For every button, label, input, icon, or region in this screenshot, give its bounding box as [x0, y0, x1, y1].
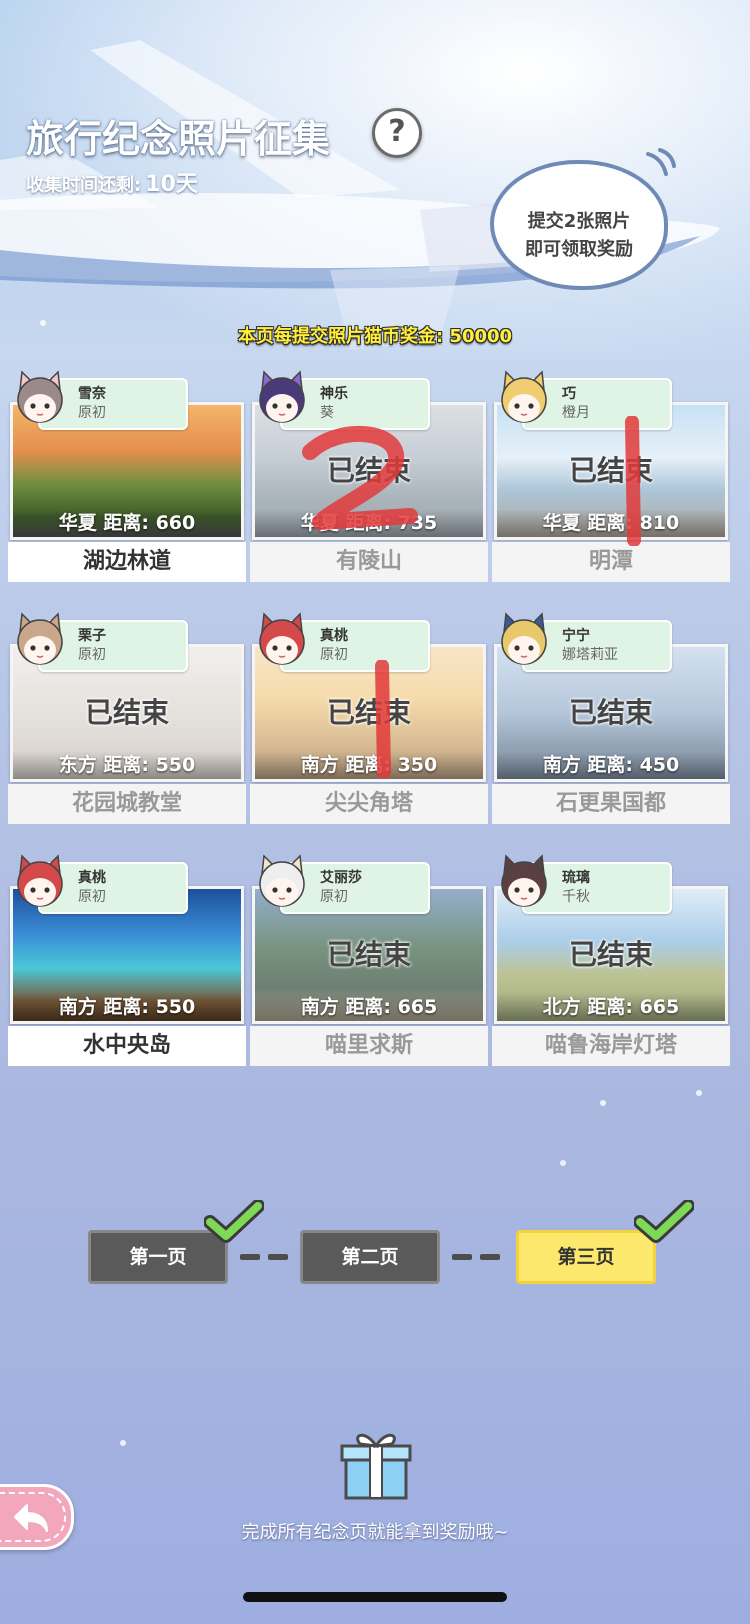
cat-avatar — [501, 854, 547, 907]
cat-type: 橙月 — [562, 405, 590, 421]
back-arrow-icon — [14, 1504, 48, 1532]
location-name: 喵鲁海岸灯塔 — [492, 1026, 730, 1066]
location-name: 花园城教堂 — [8, 784, 246, 824]
photo-card[interactable]: 华夏 距离: 660 湖边林道 雪奈 原初 — [8, 370, 246, 582]
ended-label: 已结束 — [326, 938, 411, 971]
cat-avatar — [501, 370, 547, 423]
direction-distance: 东方 距离: 550 — [13, 751, 241, 779]
cat-avatar — [259, 854, 305, 907]
photo-card[interactable]: 已结束 北方 距离: 665 喵鲁海岸灯塔 琉璃 千秋 — [492, 854, 730, 1066]
sparkle-decoration — [600, 1100, 606, 1106]
ended-label: 已结束 — [568, 696, 653, 729]
remaining-days: 10天 — [145, 172, 198, 197]
checkmark-icon — [634, 1200, 694, 1243]
sparkle-decoration — [560, 1160, 566, 1166]
location-name: 喵里求斯 — [250, 1026, 488, 1066]
ended-label: 已结束 — [568, 454, 653, 487]
reward-hint-bubble: 提交2张照片 即可领取奖励 — [490, 160, 668, 290]
direction-distance: 华夏 距离: 660 — [13, 509, 241, 537]
photo-card[interactable]: 已结束 东方 距离: 550 花园城教堂 栗子 原初 — [8, 612, 246, 824]
location-name: 湖边林道 — [8, 542, 246, 582]
ended-label: 已结束 — [84, 696, 169, 729]
cat-name: 真桃 — [320, 628, 348, 644]
page-title: 旅行纪念照片征集 — [26, 117, 331, 161]
cat-name: 雪奈 — [78, 386, 106, 402]
sparkle-decoration — [120, 1440, 126, 1446]
page-connector — [480, 1254, 500, 1260]
page-connector — [268, 1254, 288, 1260]
cat-name: 神乐 — [320, 386, 348, 402]
direction-distance: 华夏 距离: 810 — [497, 509, 725, 537]
cat-type: 原初 — [78, 889, 106, 905]
help-button[interactable]: ? — [372, 108, 422, 158]
location-name: 水中央岛 — [8, 1026, 246, 1066]
cat-name: 巧 — [562, 386, 576, 402]
cat-type: 原初 — [78, 647, 106, 663]
checkmark-icon — [204, 1200, 264, 1243]
gift-icon[interactable] — [338, 1426, 414, 1502]
red-handwritten-mark — [618, 415, 648, 550]
cat-name: 艾丽莎 — [320, 870, 362, 886]
cat-avatar — [17, 370, 63, 423]
cat-avatar — [17, 612, 63, 665]
home-indicator[interactable] — [243, 1592, 507, 1602]
cat-name: 真桃 — [78, 870, 106, 886]
direction-distance: 南方 距离: 450 — [497, 751, 725, 779]
cat-avatar — [259, 612, 305, 665]
sparkle-decoration — [40, 320, 46, 326]
red-handwritten-mark — [368, 659, 398, 782]
page-2-button[interactable]: 第二页 — [300, 1230, 440, 1284]
footer-hint: 完成所有纪念页就能拿到奖励哦~ — [241, 1522, 509, 1543]
location-name: 明潭 — [492, 542, 730, 582]
cat-avatar — [259, 370, 305, 423]
cat-name: 栗子 — [78, 628, 106, 644]
cat-type: 娜塔莉亚 — [562, 647, 618, 663]
question-icon: ? — [388, 114, 406, 149]
page-connector — [452, 1254, 472, 1260]
cat-type: 千秋 — [562, 889, 590, 905]
cat-avatar — [17, 854, 63, 907]
bubble-line-1: 提交2张照片 — [527, 211, 631, 232]
cat-type: 原初 — [320, 889, 348, 905]
cat-avatar — [501, 612, 547, 665]
collection-time-remaining: 收集时间还剩: 10天 — [26, 166, 198, 198]
page-bonus-text: 本页每提交照片猫币奖金: 50000 — [237, 326, 513, 347]
location-name: 有陵山 — [250, 542, 488, 582]
red-handwritten-mark — [300, 424, 420, 538]
cat-name: 琉璃 — [562, 870, 590, 886]
page-connector — [240, 1254, 260, 1260]
location-name: 石更果国都 — [492, 784, 730, 824]
sparkle-decoration — [696, 1090, 702, 1096]
direction-distance: 北方 距离: 665 — [497, 993, 725, 1021]
cat-type: 原初 — [78, 405, 106, 421]
photo-card[interactable]: 已结束 南方 距离: 450 石更果国都 宁宁 娜塔莉亚 — [492, 612, 730, 824]
photo-card[interactable]: 已结束 华夏 距离: 810 明潭 巧 橙月 — [492, 370, 730, 582]
bubble-line-2: 即可领取奖励 — [525, 239, 633, 260]
location-name: 尖尖角塔 — [250, 784, 488, 824]
direction-distance: 南方 距离: 550 — [13, 993, 241, 1021]
photo-card[interactable]: 已结束 南方 距离: 665 喵里求斯 艾丽莎 原初 — [250, 854, 488, 1066]
remaining-label: 收集时间还剩: — [26, 175, 142, 196]
back-button[interactable] — [0, 1484, 74, 1550]
cat-type: 葵 — [320, 405, 334, 421]
cat-name: 宁宁 — [562, 628, 590, 644]
ended-label: 已结束 — [568, 938, 653, 971]
direction-distance: 南方 距离: 665 — [255, 993, 483, 1021]
photo-card[interactable]: 南方 距离: 550 水中央岛 真桃 原初 — [8, 854, 246, 1066]
